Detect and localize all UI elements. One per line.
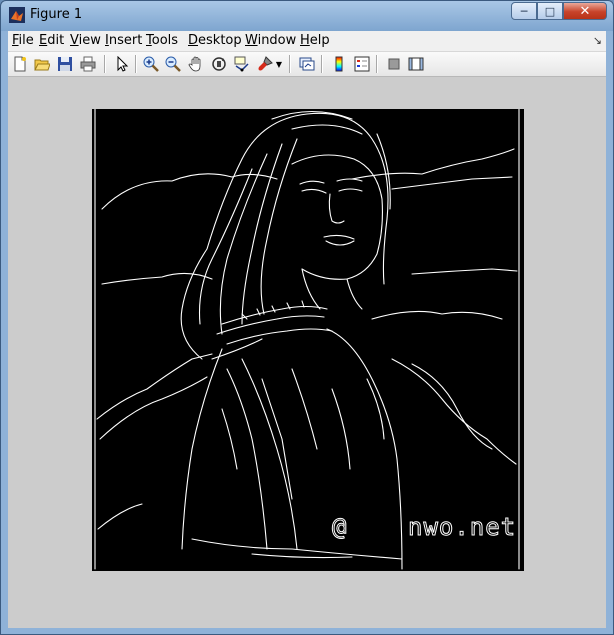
edit-plot-icon bbox=[117, 56, 129, 72]
zoom-out-icon bbox=[165, 56, 181, 72]
zoom-in-icon bbox=[143, 56, 159, 72]
menu-insert-label: nsert bbox=[108, 33, 143, 48]
menu-insert[interactable]: Insert bbox=[105, 33, 142, 48]
close-icon: ✕ bbox=[579, 3, 591, 19]
pan-button[interactable] bbox=[186, 54, 206, 74]
toolbar-separator bbox=[321, 55, 323, 73]
pan-icon bbox=[188, 56, 201, 72]
edge-detection-image[interactable]: @ nwo.net bbox=[92, 109, 524, 571]
window-title: Figure 1 bbox=[30, 7, 83, 22]
menu-file-label: ile bbox=[18, 33, 34, 48]
figure-toolbar: ▼ bbox=[8, 52, 606, 77]
zoom-in-button[interactable] bbox=[141, 54, 161, 74]
insert-colorbar-button[interactable] bbox=[329, 54, 349, 74]
minimize-icon: ─ bbox=[520, 4, 528, 18]
menu-help[interactable]: Help bbox=[300, 33, 330, 48]
matlab-logo-icon bbox=[9, 7, 25, 23]
menu-view[interactable]: View bbox=[70, 33, 101, 48]
toolbar-separator bbox=[289, 55, 291, 73]
hide-plot-tools-button[interactable] bbox=[384, 54, 404, 74]
dock-arrow-icon[interactable]: ↘ bbox=[593, 34, 602, 47]
menu-window[interactable]: Window bbox=[245, 33, 296, 48]
figure-canvas[interactable]: @ nwo.net bbox=[8, 77, 606, 628]
insert-legend-button[interactable] bbox=[352, 54, 372, 74]
minimize-button[interactable]: ─ bbox=[511, 2, 537, 20]
legend-icon bbox=[354, 56, 370, 72]
toolbar-separator bbox=[104, 55, 106, 73]
title-bar[interactable]: Figure 1 ─ □ ✕ bbox=[1, 1, 613, 31]
print-button[interactable] bbox=[78, 54, 98, 74]
brush-icon bbox=[258, 56, 273, 71]
client-area: File Edit View Insert Tools Desktop Wind… bbox=[8, 31, 606, 628]
menu-edit[interactable]: Edit bbox=[39, 33, 64, 48]
menu-view-key: V bbox=[70, 33, 79, 48]
close-button[interactable]: ✕ bbox=[563, 2, 607, 20]
menu-file[interactable]: File bbox=[12, 33, 34, 48]
menu-help-key: H bbox=[300, 33, 310, 48]
rotate-3d-button[interactable] bbox=[209, 54, 229, 74]
menu-view-label: iew bbox=[78, 33, 101, 48]
edit-plot-button[interactable] bbox=[111, 54, 131, 74]
menu-window-key: W bbox=[245, 33, 258, 48]
caption-buttons: ─ □ ✕ bbox=[511, 2, 607, 22]
menu-edit-key: E bbox=[39, 33, 48, 48]
figure-window: Figure 1 ─ □ ✕ File Edit View Insert Too… bbox=[0, 0, 614, 635]
zoom-out-button[interactable] bbox=[163, 54, 183, 74]
open-file-button[interactable] bbox=[32, 54, 52, 74]
new-figure-button[interactable] bbox=[10, 54, 30, 74]
watermark-right: nwo.net bbox=[407, 513, 517, 542]
link-plot-button[interactable] bbox=[297, 54, 317, 74]
data-cursor-button[interactable] bbox=[232, 54, 252, 74]
menu-desktop[interactable]: Desktop bbox=[188, 33, 242, 48]
data-cursor-icon bbox=[234, 56, 249, 72]
toolbar-separator bbox=[376, 55, 378, 73]
chevron-down-icon: ▼ bbox=[275, 59, 283, 69]
menu-desktop-label: esktop bbox=[198, 33, 242, 48]
brush-dropdown[interactable]: ▼ bbox=[273, 54, 285, 74]
open-file-icon bbox=[34, 59, 50, 71]
watermark-left: @ bbox=[331, 513, 348, 542]
show-plot-tools-icon bbox=[408, 57, 424, 71]
save-button[interactable] bbox=[55, 54, 75, 74]
menu-edit-label: dit bbox=[47, 33, 65, 48]
show-plot-tools-button[interactable] bbox=[406, 54, 426, 74]
menu-tools-label: ools bbox=[151, 33, 179, 48]
brush-button[interactable] bbox=[255, 54, 275, 74]
menu-help-label: elp bbox=[309, 33, 330, 48]
rotate-3d-icon bbox=[212, 57, 226, 71]
maximize-button[interactable]: □ bbox=[537, 2, 563, 20]
menu-window-label: indow bbox=[257, 33, 297, 48]
menu-bar: File Edit View Insert Tools Desktop Wind… bbox=[8, 31, 606, 52]
maximize-icon: □ bbox=[544, 4, 556, 18]
print-icon bbox=[80, 56, 96, 72]
colorbar-icon bbox=[335, 56, 343, 72]
new-figure-icon bbox=[14, 56, 26, 72]
edge-map-drawing bbox=[94, 109, 520, 570]
menu-desktop-key: D bbox=[188, 33, 199, 48]
menu-tools[interactable]: Tools bbox=[146, 33, 178, 48]
link-plot-icon bbox=[299, 57, 315, 71]
save-icon bbox=[58, 57, 72, 71]
toolbar-separator bbox=[135, 55, 137, 73]
hide-plot-tools-icon bbox=[388, 58, 400, 70]
